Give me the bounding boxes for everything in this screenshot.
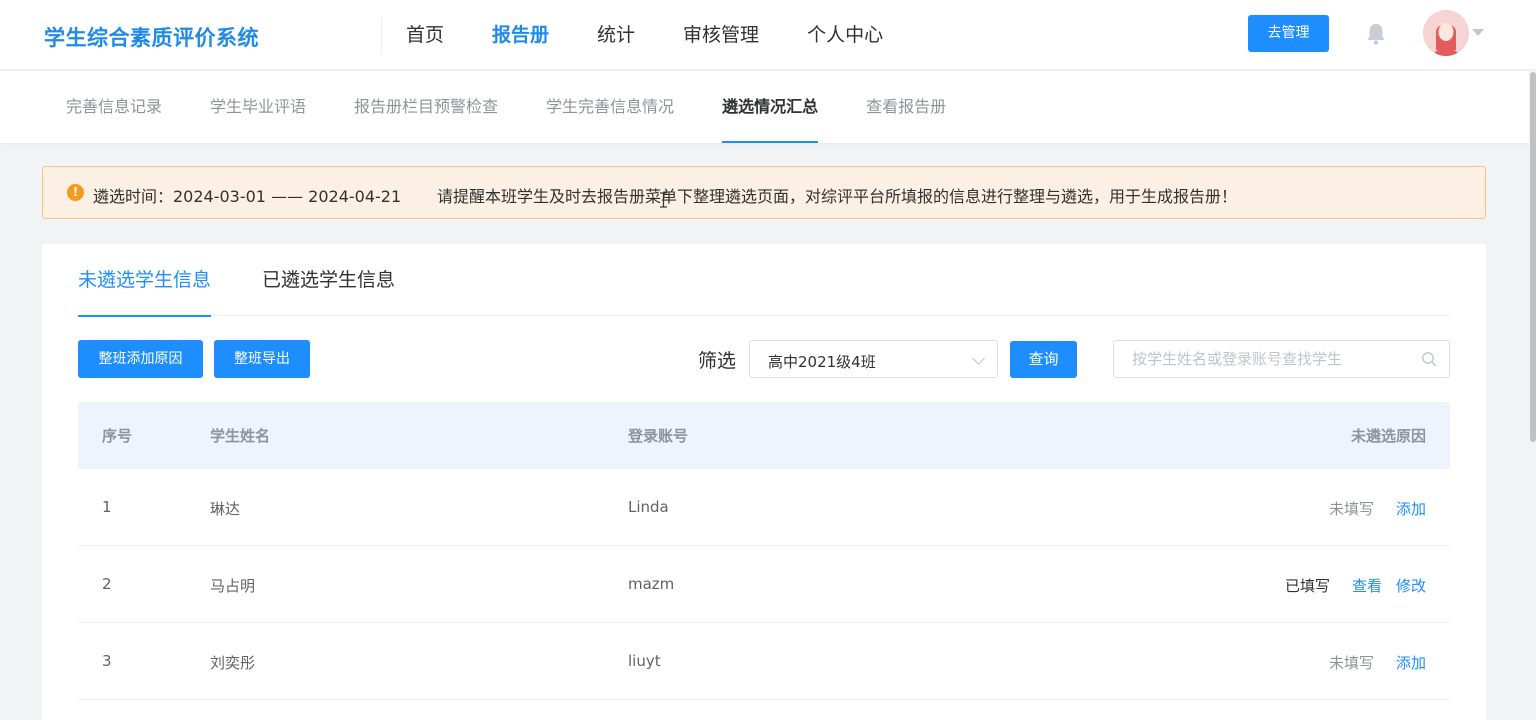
- top-header: 学生综合素质评价系统 首页 报告册 统计 审核管理 个人中心 去管理: [0, 0, 1536, 70]
- manage-button[interactable]: 去管理: [1248, 15, 1329, 52]
- subnav-graduation-comments[interactable]: 学生毕业评语: [210, 71, 306, 143]
- notice-time: 遴选时间：2024-03-01 —— 2024-04-21: [93, 187, 402, 206]
- table-row: 2 马占明 mazm 已填写 查看 修改: [78, 546, 1450, 623]
- tab-unselected-students[interactable]: 未遴选学生信息: [78, 244, 212, 317]
- edit-link[interactable]: 修改: [1396, 577, 1426, 595]
- subnav-view-report-book[interactable]: 查看报告册: [866, 71, 946, 143]
- row-name: 马占明: [210, 577, 256, 595]
- warning-icon: !: [67, 184, 84, 201]
- row-index: 3: [102, 652, 112, 670]
- subnav-student-info-status[interactable]: 学生完善信息情况: [546, 71, 674, 143]
- nav-home[interactable]: 首页: [406, 0, 444, 70]
- nav-report-book[interactable]: 报告册: [492, 0, 549, 70]
- bell-icon[interactable]: [1365, 22, 1387, 46]
- table-row: 1 琳达 Linda 未填写 添加: [78, 469, 1450, 546]
- table-row: 3 刘奕彤 liuyt 未填写 添加: [78, 623, 1450, 700]
- filter-label: 筛选: [698, 350, 737, 372]
- chevron-down-icon: [972, 352, 985, 365]
- header-account: 登录账号: [628, 427, 689, 445]
- row-name: 刘奕彤: [210, 654, 256, 672]
- nav-divider: [381, 17, 382, 53]
- row-reason: 已填写 查看 修改: [1285, 575, 1426, 596]
- sub-nav: 完善信息记录 学生毕业评语 报告册栏目预警检查 学生完善信息情况 遴选情况汇总 …: [0, 71, 1536, 143]
- scrollbar-thumb[interactable]: [1530, 72, 1536, 442]
- main-nav: 首页 报告册 统计 审核管理 个人中心: [406, 0, 931, 70]
- add-link[interactable]: 添加: [1396, 654, 1426, 672]
- subnav-warning-check[interactable]: 报告册栏目预警检查: [354, 71, 498, 143]
- export-button[interactable]: 整班导出: [214, 340, 310, 378]
- header-reason: 未遴选原因: [1350, 427, 1426, 445]
- notice-banner: ! 遴选时间：2024-03-01 —— 2024-04-21 请提醒本班学生及…: [42, 166, 1486, 219]
- subnav-info-records[interactable]: 完善信息记录: [66, 71, 162, 143]
- add-link[interactable]: 添加: [1396, 500, 1426, 518]
- text-cursor-icon: [660, 192, 667, 208]
- row-account: liuyt: [628, 652, 661, 670]
- user-avatar-icon[interactable]: [1423, 10, 1469, 56]
- add-reason-button[interactable]: 整班添加原因: [78, 340, 203, 378]
- view-link[interactable]: 查看: [1352, 577, 1382, 595]
- header-index: 序号: [102, 427, 133, 445]
- search-input[interactable]: [1132, 349, 1412, 369]
- table-header: 序号 学生姓名 登录账号 未遴选原因: [78, 402, 1450, 469]
- query-button[interactable]: 查询: [1010, 341, 1077, 378]
- main-card: 未遴选学生信息 已遴选学生信息 整班添加原因 整班导出 筛选 高中2021级4班…: [42, 244, 1486, 720]
- class-select[interactable]: 高中2021级4班: [749, 340, 998, 378]
- header-name: 学生姓名: [210, 427, 271, 445]
- app-logo[interactable]: 学生综合素质评价系统: [44, 22, 259, 52]
- nav-statistics[interactable]: 统计: [597, 0, 635, 70]
- tab-selected-students[interactable]: 已遴选学生信息: [262, 244, 395, 316]
- nav-personal-center[interactable]: 个人中心: [807, 0, 883, 70]
- search-icon[interactable]: [1421, 351, 1437, 367]
- notice-message: 请提醒本班学生及时去报告册菜单下整理遴选页面，对综评平台所填报的信息进行整理与遴…: [437, 187, 1238, 206]
- class-select-value: 高中2021级4班: [768, 353, 876, 371]
- reason-status: 未填写: [1328, 654, 1374, 672]
- row-reason: 未填写 添加: [1329, 652, 1426, 673]
- row-index: 2: [102, 575, 112, 593]
- search-box: [1113, 340, 1450, 378]
- chevron-down-icon[interactable]: [1472, 29, 1484, 36]
- subnav-selection-summary[interactable]: 遴选情况汇总: [722, 71, 819, 143]
- tabs: 未遴选学生信息 已遴选学生信息: [78, 244, 1450, 317]
- nav-review-management[interactable]: 审核管理: [683, 0, 759, 70]
- reason-status: 未填写: [1328, 500, 1374, 518]
- row-account: mazm: [628, 575, 675, 593]
- row-account: Linda: [628, 498, 669, 516]
- row-index: 1: [102, 498, 112, 516]
- row-name: 琳达: [210, 500, 241, 518]
- reason-status: 已填写: [1284, 577, 1330, 595]
- row-reason: 未填写 添加: [1329, 498, 1426, 519]
